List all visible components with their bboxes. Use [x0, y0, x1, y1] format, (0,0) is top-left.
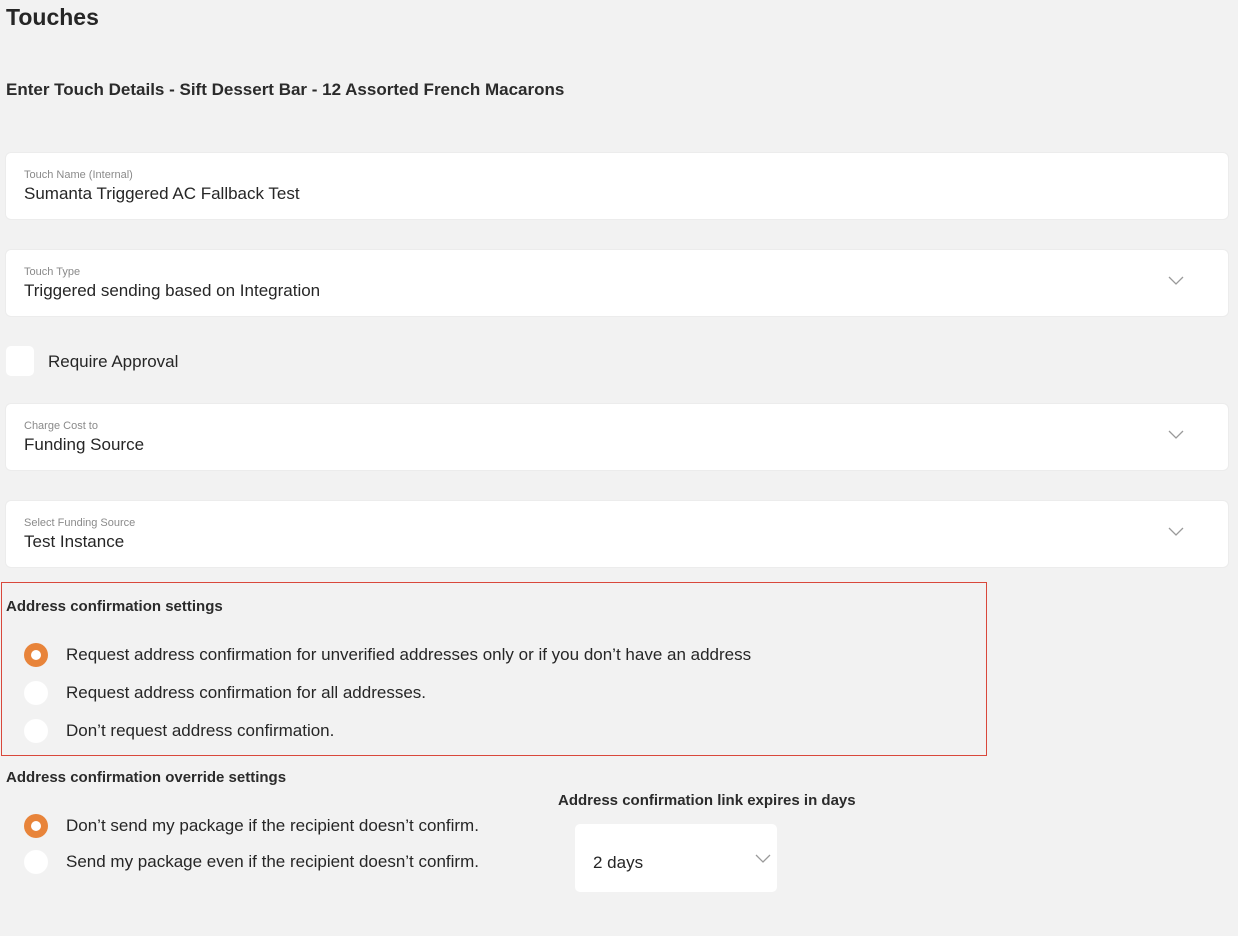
radio-selected[interactable]	[24, 814, 48, 838]
link-expiry-title: Address confirmation link expires in day…	[558, 792, 856, 809]
radio-label: Request address confirmation for all add…	[66, 683, 427, 702]
charge-cost-select[interactable]: Charge Cost to Funding Source	[6, 404, 1228, 470]
radio-label: Don’t send my package if the recipient d…	[66, 816, 479, 835]
touch-name-field[interactable]: Touch Name (Internal) Sumanta Triggered …	[6, 153, 1228, 219]
page-title: Touches	[6, 4, 99, 30]
radio-selected[interactable]	[24, 643, 48, 667]
chevron-down-icon[interactable]	[1168, 430, 1184, 440]
chevron-down-icon[interactable]	[1168, 527, 1184, 537]
override-settings-title: Address confirmation override settings	[6, 769, 287, 786]
radio-label: Don’t request address confirmation.	[66, 721, 335, 740]
link-expiry-value: 2 days	[593, 853, 644, 872]
link-expiry-select[interactable]: 2 days	[575, 824, 777, 892]
radio-unselected[interactable]	[24, 850, 48, 874]
radio-label: Request address confirmation for unverif…	[66, 645, 752, 664]
touch-type-select[interactable]: Touch Type Triggered sending based on In…	[6, 250, 1228, 316]
charge-cost-label: Charge Cost to	[24, 420, 98, 432]
radio-unselected[interactable]	[24, 681, 48, 705]
radio-unselected[interactable]	[24, 719, 48, 743]
funding-source-select[interactable]: Select Funding Source Test Instance	[6, 501, 1228, 567]
require-approval-checkbox[interactable]	[6, 346, 34, 376]
funding-source-value: Test Instance	[24, 532, 125, 551]
address-confirmation-title: Address confirmation settings	[6, 598, 223, 615]
touch-name-value[interactable]: Sumanta Triggered AC Fallback Test	[24, 184, 300, 204]
touch-type-value: Triggered sending based on Integration	[24, 281, 321, 300]
radio-label: Send my package even if the recipient do…	[66, 852, 479, 871]
page-subtitle: Enter Touch Details - Sift Dessert Bar -…	[6, 80, 565, 99]
touch-name-label: Touch Name (Internal)	[24, 169, 133, 181]
require-approval-label[interactable]: Require Approval	[48, 352, 178, 372]
touch-type-label: Touch Type	[24, 266, 81, 278]
funding-source-label: Select Funding Source	[24, 517, 136, 529]
charge-cost-value: Funding Source	[24, 435, 145, 454]
chevron-down-icon[interactable]	[1168, 276, 1184, 286]
chevron-down-icon[interactable]	[755, 854, 771, 864]
